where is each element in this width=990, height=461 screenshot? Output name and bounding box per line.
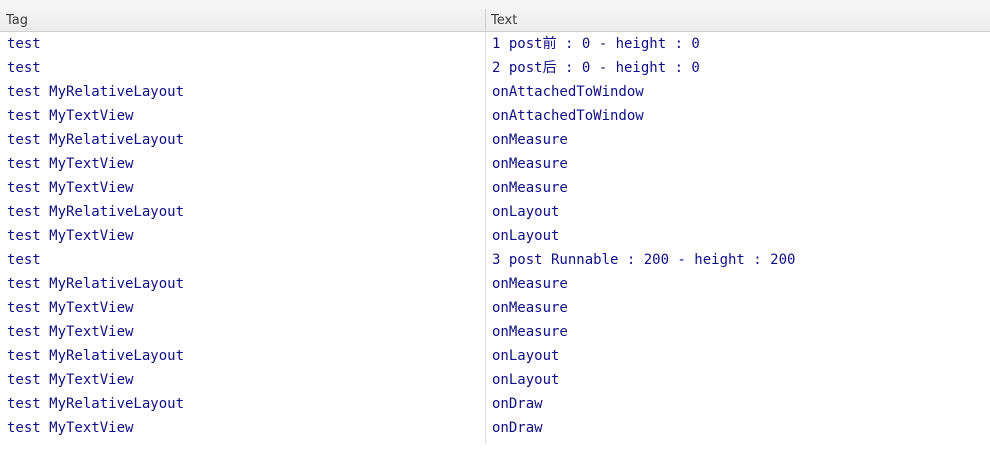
column-header-text[interactable]: Text <box>491 0 981 31</box>
row-text-cell: onMeasure <box>492 276 568 292</box>
row-text-cell: onLayout <box>492 372 560 388</box>
row-tag-cell: test MyTextView <box>7 228 134 244</box>
column-resize-handle[interactable] <box>485 9 486 32</box>
row-text-cell: 2 post后 : 0 - height : 0 <box>492 60 700 76</box>
row-text-cell: onMeasure <box>492 156 568 172</box>
table-row[interactable]: test MyTextView onMeasure <box>0 152 990 176</box>
row-tag-cell: test MyRelativeLayout <box>7 132 185 148</box>
row-text-cell: onMeasure <box>492 180 568 196</box>
table-row[interactable]: test MyTextView onLayout <box>0 224 990 248</box>
row-text-cell: onMeasure <box>492 132 568 148</box>
row-tag-cell: test MyRelativeLayout <box>7 396 185 412</box>
table-row[interactable]: test MyTextView onDraw <box>0 416 990 440</box>
row-tag-cell: test MyTextView <box>7 324 134 340</box>
table-row[interactable]: test MyRelativeLayout onLayout <box>0 200 990 224</box>
row-tag-cell: test MyTextView <box>7 156 134 172</box>
row-text-cell: onMeasure <box>492 324 568 340</box>
row-text-cell: 1 post前 : 0 - height : 0 <box>492 36 700 52</box>
table-row[interactable]: test MyRelativeLayout onMeasure <box>0 128 990 152</box>
row-tag-cell: test MyTextView <box>7 372 134 388</box>
column-header-tag[interactable]: Tag <box>6 0 476 31</box>
row-text-cell: onDraw <box>492 420 543 436</box>
row-tag-cell: test MyRelativeLayout <box>7 84 185 100</box>
row-text-cell: onLayout <box>492 348 560 364</box>
row-tag-cell: test MyTextView <box>7 180 134 196</box>
row-tag-cell: test <box>7 60 41 76</box>
row-tag-cell: test MyRelativeLayout <box>7 276 185 292</box>
row-tag-cell: test <box>7 252 41 268</box>
row-tag-cell: test MyTextView <box>7 420 134 436</box>
table-row[interactable]: test MyRelativeLayout onLayout <box>0 344 990 368</box>
row-tag-cell: test MyTextView <box>7 108 134 124</box>
row-tag-cell: test MyTextView <box>7 300 134 316</box>
row-tag-cell: test <box>7 36 41 52</box>
row-text-cell: onAttachedToWindow <box>492 84 644 100</box>
row-tag-cell: test MyRelativeLayout <box>7 348 185 364</box>
table-header: Tag Text <box>0 0 990 32</box>
table-row[interactable]: test 3 post Runnable : 200 - height : 200 <box>0 248 990 272</box>
table-row[interactable]: test MyRelativeLayout onMeasure <box>0 272 990 296</box>
table-row[interactable]: test MyRelativeLayout onDraw <box>0 392 990 416</box>
row-text-cell: 3 post Runnable : 200 - height : 200 <box>492 252 796 268</box>
table-row[interactable]: test MyTextView onMeasure <box>0 296 990 320</box>
row-text-cell: onMeasure <box>492 300 568 316</box>
row-text-cell: onLayout <box>492 204 560 220</box>
log-table: Tag Text test 1 post前 : 0 - height : 0 tes… <box>0 0 990 444</box>
table-row[interactable]: test MyTextView onAttachedToWindow <box>0 104 990 128</box>
row-text-cell: onDraw <box>492 396 543 412</box>
table-row[interactable]: test MyTextView onMeasure <box>0 176 990 200</box>
row-text-cell: onAttachedToWindow <box>492 108 644 124</box>
table-row[interactable]: test MyRelativeLayout onAttachedToWindow <box>0 80 990 104</box>
row-tag-cell: test MyRelativeLayout <box>7 204 185 220</box>
table-row[interactable]: test MyTextView onLayout <box>0 368 990 392</box>
table-row[interactable]: test MyTextView onMeasure <box>0 320 990 344</box>
row-text-cell: onLayout <box>492 228 560 244</box>
log-rows: test 1 post前 : 0 - height : 0 test 2 post后 … <box>0 32 990 440</box>
table-row[interactable]: test 1 post前 : 0 - height : 0 <box>0 32 990 56</box>
table-row[interactable]: test 2 post后 : 0 - height : 0 <box>0 56 990 80</box>
